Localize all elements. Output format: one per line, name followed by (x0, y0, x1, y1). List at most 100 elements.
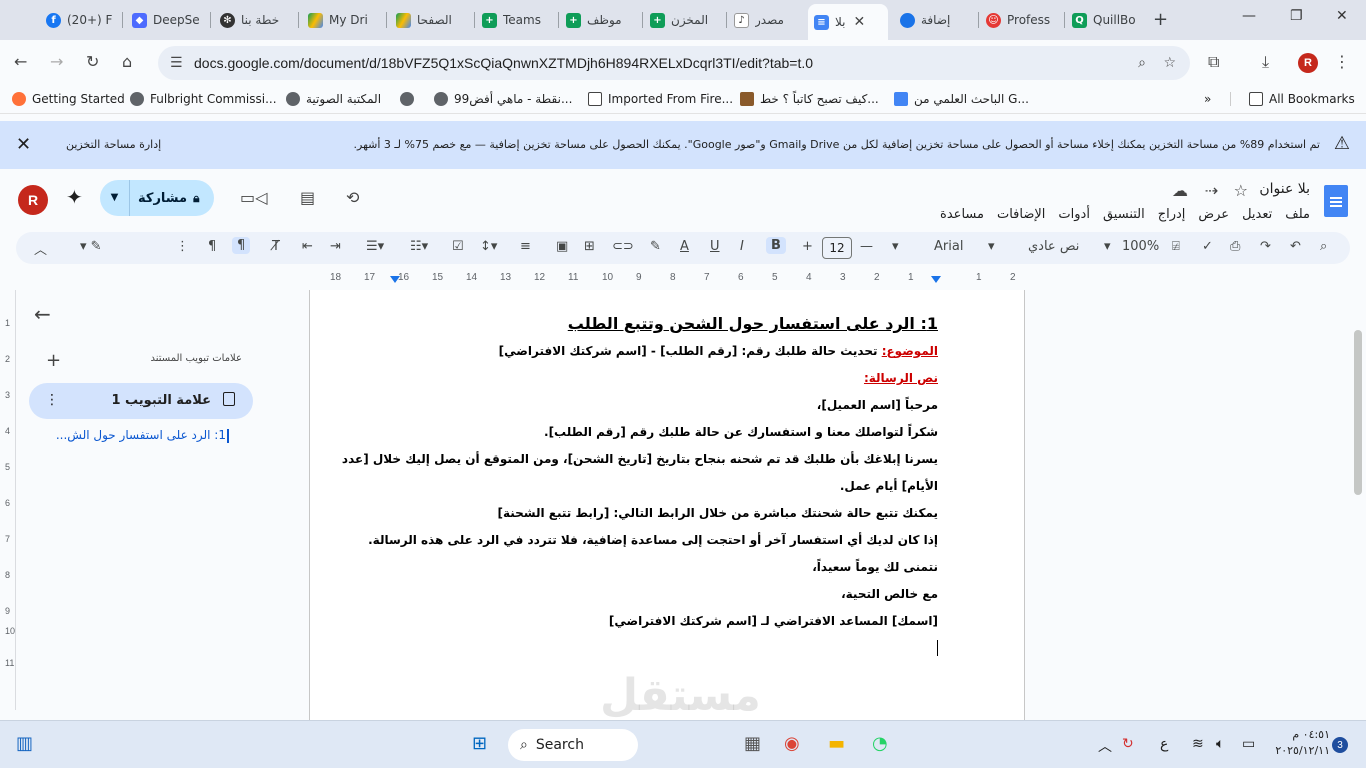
search-icon[interactable]: ⌕ (1320, 239, 1327, 254)
docs-logo-icon[interactable] (1324, 185, 1348, 217)
more-menu-icon[interactable]: ⋮ (1334, 52, 1350, 71)
file-explorer-icon[interactable]: ▬ (828, 733, 845, 754)
decrease-indent-icon[interactable]: ⇤ (302, 239, 313, 254)
increase-indent-icon[interactable]: ⇥ (330, 239, 341, 254)
start-icon[interactable]: ⊞ (472, 733, 487, 754)
clock[interactable]: ٠٤:٥١ م ٢٠٢٥/١٢/١١ (1274, 727, 1330, 759)
menu-help[interactable]: مساعدة (940, 207, 984, 222)
print-icon[interactable]: ⎙ (1230, 239, 1240, 254)
wifi-icon[interactable]: ≋ (1192, 736, 1204, 752)
document-tab-1[interactable]: ⋮ علامة التبويب 1 (29, 383, 253, 419)
battery-icon[interactable]: ▭ (1242, 736, 1255, 752)
right-indent-marker[interactable] (390, 276, 400, 283)
bookmark-item[interactable]: 99نقطة - ماهي أفض... (434, 92, 572, 106)
chevron-down-icon[interactable]: ▾ (1104, 239, 1111, 254)
download-icon[interactable]: ⤓ (1262, 52, 1269, 72)
whatsapp-icon[interactable]: ◔ (872, 733, 888, 754)
site-info-icon[interactable]: ☰ (170, 55, 183, 71)
bookmark-star-icon[interactable]: ☆ (1163, 55, 1176, 71)
document-page[interactable]: 1: الرد على استفسار حول الشحن وتتبع الطل… (309, 290, 1025, 730)
notification-badge[interactable]: 3 (1332, 737, 1348, 753)
left-indent-marker[interactable] (931, 276, 941, 283)
close-icon[interactable]: ✕ (16, 134, 31, 155)
align-icon[interactable]: ≡ (520, 239, 531, 254)
browser-tab[interactable]: إضافة (894, 6, 974, 34)
menu-edit[interactable]: تعديل (1242, 207, 1272, 222)
checklist-icon[interactable]: ☑ (452, 239, 464, 254)
browser-tab-active[interactable]: ≡ بلا ✕ (808, 4, 888, 40)
chevron-down-icon[interactable]: ▼ (100, 180, 130, 216)
document-body[interactable]: 1: الرد على استفسار حول الشحن وتتبع الطل… (342, 310, 938, 635)
browser-tab[interactable]: ✻ خطة بنا (214, 6, 294, 34)
show-hidden-icons[interactable]: ︿ (1098, 736, 1112, 756)
move-folder-icon[interactable]: ⇢ (1205, 181, 1218, 200)
menu-format[interactable]: التنسيق (1103, 207, 1145, 222)
undo-icon[interactable]: ↶ (1290, 239, 1301, 254)
text-color-icon[interactable]: A (680, 239, 689, 254)
editing-mode-icon[interactable]: ▾ ✎ (80, 239, 102, 254)
gemini-icon[interactable]: ✦ (66, 185, 83, 209)
bookmark-item[interactable]: Getting Started (12, 92, 125, 106)
outline-item[interactable]: 1: الرد على استفسار حول الش... (56, 428, 226, 442)
redo-icon[interactable]: ↷ (1260, 239, 1271, 254)
chevron-down-icon[interactable]: ▾ (988, 239, 995, 254)
collapse-toolbar-icon[interactable]: ︿ (34, 239, 47, 258)
increase-font-icon[interactable]: + (802, 239, 813, 254)
extensions-icon[interactable]: ⧉ (1208, 52, 1219, 72)
all-bookmarks[interactable]: All Bookmarks (1230, 92, 1355, 106)
link-icon[interactable]: ⊂⊃ (612, 239, 634, 254)
browser-tab[interactable]: f (20+) F (40, 6, 118, 34)
browser-tab[interactable]: + موظف (560, 6, 640, 34)
home-icon[interactable]: ⌂ (122, 52, 132, 71)
forward-icon[interactable]: → (50, 52, 63, 71)
address-bar[interactable]: ☰ docs.google.com/document/d/18bVFZ5Q1xS… (158, 46, 1190, 80)
paint-format-icon[interactable]: ⍯ (1172, 239, 1180, 254)
menu-tools[interactable]: أدوات (1058, 207, 1090, 222)
taskbar-search[interactable]: ⌕ Search (508, 729, 638, 761)
language-indicator[interactable]: ع (1160, 736, 1168, 752)
document-title[interactable]: بلا عنوان (1259, 181, 1310, 197)
bookmark-item[interactable]: المكتبة الصوتية (286, 92, 381, 106)
clear-formatting-icon[interactable]: T̸ (272, 239, 280, 254)
bold-button[interactable]: B (766, 237, 786, 254)
insert-image-icon[interactable]: ▣ (556, 239, 568, 254)
profile-avatar[interactable]: R (1298, 53, 1318, 73)
bookmark-folder[interactable]: Imported From Fire... (588, 92, 733, 106)
font-select[interactable]: Arial (934, 239, 963, 254)
cloud-status-icon[interactable]: ☁ (1172, 181, 1188, 200)
menu-insert[interactable]: إدراج (1158, 207, 1186, 222)
menu-file[interactable]: ملف (1285, 207, 1310, 222)
menu-extensions[interactable]: الإضافات (997, 207, 1045, 222)
share-button[interactable]: ▼ مشاركة 🔒︎ (100, 180, 214, 216)
browser-tab[interactable]: + المخزن (644, 6, 724, 34)
zoom-select[interactable]: 100% (1122, 239, 1159, 254)
account-avatar[interactable]: R (18, 185, 48, 215)
browser-tab[interactable]: My Dri (302, 6, 382, 34)
font-size-input[interactable]: 12 (822, 237, 852, 259)
scrollbar[interactable] (1354, 330, 1362, 495)
add-tab-icon[interactable]: + (46, 350, 61, 371)
horizontal-ruler[interactable]: 18 17 16 15 14 13 12 11 10 9 8 7 6 5 4 3… (290, 270, 1050, 288)
tab-options-icon[interactable]: ⋮ (45, 392, 59, 408)
bulleted-list-icon[interactable]: ☷▾ (410, 239, 428, 254)
highlight-icon[interactable]: ✎ (650, 239, 661, 254)
paragraph-style-select[interactable]: نص عادي (1028, 239, 1079, 254)
new-tab-icon[interactable]: + (1153, 9, 1168, 30)
browser-tab[interactable]: ♪ مصدر (728, 6, 808, 34)
reload-icon[interactable]: ↻ (86, 52, 99, 71)
more-options-icon[interactable]: ⋮ (176, 239, 189, 254)
bookmark-item[interactable]: Fulbright Commissi... (130, 92, 277, 106)
volume-icon[interactable]: 🔈︎ (1216, 736, 1224, 752)
star-icon[interactable]: ☆ (1234, 181, 1248, 200)
manage-storage-link[interactable]: إدارة مساحة التخزين (66, 138, 161, 151)
more-bookmarks-icon[interactable]: » (1204, 92, 1211, 106)
spellcheck-icon[interactable]: ✓ (1202, 239, 1213, 254)
numbered-list-icon[interactable]: ☰▾ (366, 239, 384, 254)
close-tab-icon[interactable]: ✕ (854, 14, 866, 30)
menu-view[interactable]: عرض (1198, 207, 1229, 222)
back-arrow-icon[interactable]: ← (34, 302, 51, 326)
browser-tab[interactable]: ☺ Profess (980, 6, 1060, 34)
comments-icon[interactable]: ▤ (300, 188, 315, 207)
browser-tab[interactable]: Q QuillBo (1066, 6, 1146, 34)
back-icon[interactable]: ← (14, 52, 27, 71)
